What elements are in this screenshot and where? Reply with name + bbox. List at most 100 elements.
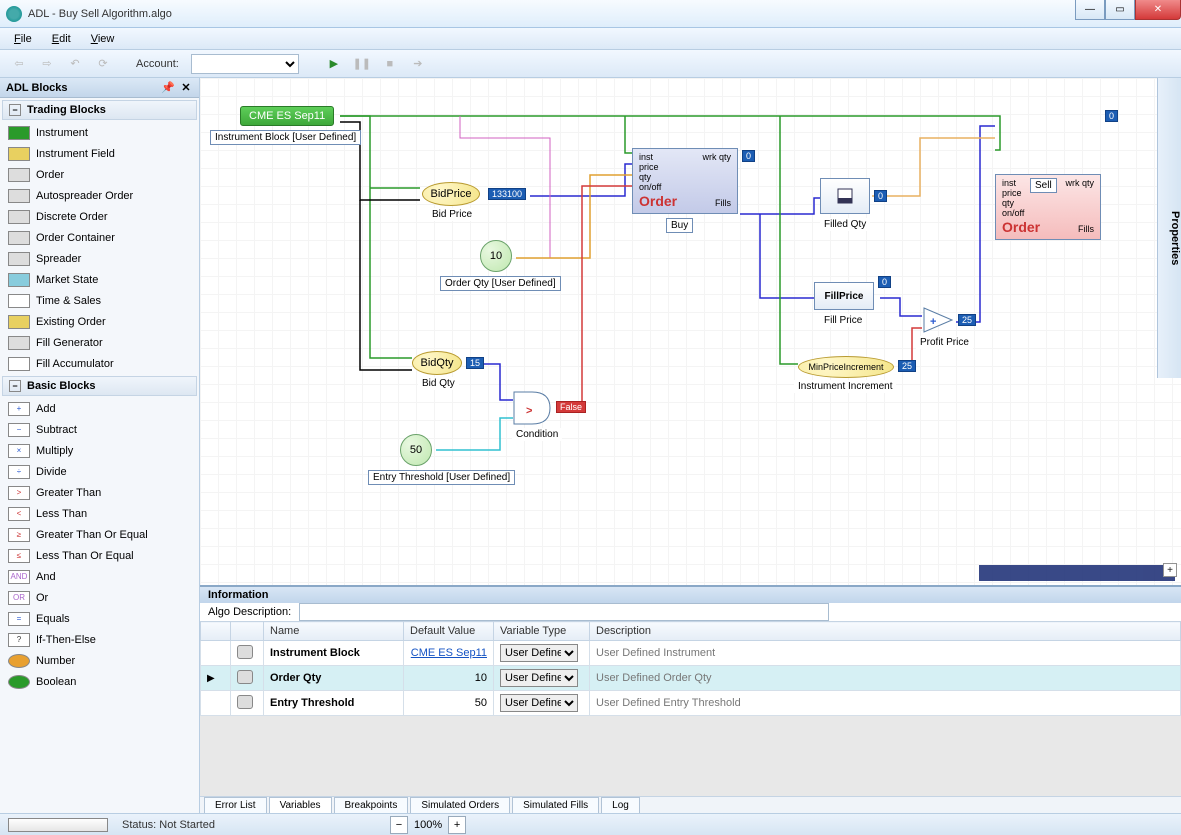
block-subtract[interactable]: −Subtract — [0, 419, 199, 440]
refresh-icon[interactable]: ⟳ — [92, 53, 114, 75]
maximize-button[interactable]: ▭ — [1105, 0, 1135, 20]
category-trading[interactable]: −Trading Blocks — [2, 100, 197, 120]
block-boolean[interactable]: ●Boolean — [0, 671, 199, 692]
var-row-1[interactable]: ▶ Order Qty 10 User Defined User Defined… — [201, 666, 1181, 691]
stop-icon[interactable]: ■ — [379, 53, 401, 75]
forward-icon[interactable]: ⇨ — [36, 53, 58, 75]
block-instrument-field[interactable]: Instrument Field — [0, 143, 199, 164]
fillprice-block[interactable]: FillPrice — [814, 282, 874, 310]
binoculars-icon[interactable] — [237, 645, 253, 659]
instrument-block[interactable]: CME ES Sep11 — [240, 106, 334, 126]
bidprice-block[interactable]: BidPrice — [422, 182, 480, 206]
orderqty-text: 10 — [490, 250, 502, 262]
orderbuy-title: Order — [639, 193, 677, 209]
entrythresh-block[interactable]: 50 — [400, 434, 432, 466]
minprice-block[interactable]: MinPriceIncrement — [798, 356, 894, 378]
tab-log[interactable]: Log — [601, 797, 640, 813]
bidqty-value: 15 — [466, 357, 484, 369]
block-divide[interactable]: ÷Divide — [0, 461, 199, 482]
svg-text:>: > — [526, 405, 532, 417]
col-default[interactable]: Default Value — [404, 622, 494, 641]
col-name[interactable]: Name — [264, 622, 404, 641]
col-desc[interactable]: Description — [590, 622, 1181, 641]
tab-simulated-orders[interactable]: Simulated Orders — [410, 797, 510, 813]
block-multiply[interactable]: ×Multiply — [0, 440, 199, 461]
block-spreader[interactable]: Spreader — [0, 248, 199, 269]
close-panel-icon[interactable]: ✕ — [179, 81, 193, 95]
block-order[interactable]: Order — [0, 164, 199, 185]
orderqty-block[interactable]: 10 — [480, 240, 512, 272]
pause-icon[interactable]: ❚❚ — [351, 53, 373, 75]
app-icon — [6, 6, 22, 22]
order-buy-block[interactable]: inst price qty on/off wrk qty Fills Orde… — [632, 148, 738, 214]
pin-icon[interactable]: 📌 — [161, 81, 175, 95]
entrythresh-label: Entry Threshold [User Defined] — [368, 470, 515, 485]
ordersell-wrkqty-value: 0 — [1105, 110, 1118, 122]
close-button[interactable]: ✕ — [1135, 0, 1181, 20]
profitprice-block[interactable]: + — [922, 306, 954, 337]
menu-view[interactable]: View — [91, 33, 115, 45]
variables-table: Name Default Value Variable Type Descrip… — [200, 621, 1181, 796]
orderbuy-wrkqty-value: 0 — [742, 150, 755, 162]
vtype-select-2[interactable]: User Defined — [500, 694, 578, 712]
account-select[interactable] — [191, 54, 299, 74]
minimap[interactable]: + — [979, 565, 1175, 581]
block-equals[interactable]: =Equals — [0, 608, 199, 629]
tab-simulated-fills[interactable]: Simulated Fills — [512, 797, 599, 813]
block-if-then-else[interactable]: ?If-Then-Else — [0, 629, 199, 650]
block-add[interactable]: +Add — [0, 398, 199, 419]
canvas[interactable]: CME ES Sep11 Instrument Block [User Defi… — [200, 78, 1181, 585]
menu-file[interactable]: File — [14, 33, 32, 45]
block-greater-than-or-equal[interactable]: ≥Greater Than Or Equal — [0, 524, 199, 545]
orderbuy-in-qty: qty — [639, 172, 661, 182]
tab-breakpoints[interactable]: Breakpoints — [334, 797, 409, 813]
block-number[interactable]: 0Number — [0, 650, 199, 671]
instrument-block-text: CME ES Sep11 — [249, 110, 325, 122]
step-icon[interactable]: ➔ — [407, 53, 429, 75]
zoom-in-icon[interactable]: + — [448, 816, 466, 834]
tab-error-list[interactable]: Error List — [204, 797, 267, 813]
col-vtype[interactable]: Variable Type — [494, 622, 590, 641]
vtype-select-0[interactable]: User Defined — [500, 644, 578, 662]
block-or[interactable]: OROr — [0, 587, 199, 608]
category-basic[interactable]: −Basic Blocks — [2, 376, 197, 396]
block-instrument[interactable]: Instrument — [0, 122, 199, 143]
zoom-out-icon[interactable]: − — [390, 816, 408, 834]
block-and[interactable]: ANDAnd — [0, 566, 199, 587]
block-greater-than[interactable]: >Greater Than — [0, 482, 199, 503]
menu-edit[interactable]: Edit — [52, 33, 71, 45]
block-less-than-or-equal[interactable]: ≤Less Than Or Equal — [0, 545, 199, 566]
var-row-0[interactable]: Instrument Block CME ES Sep11 User Defin… — [201, 641, 1181, 666]
ordersell-title: Order — [1002, 219, 1040, 235]
block-autospreader-order[interactable]: Autospreader Order — [0, 185, 199, 206]
block-fill-accumulator[interactable]: Fill Accumulator — [0, 353, 199, 374]
algo-desc-input[interactable] — [299, 603, 829, 621]
block-discrete-order[interactable]: Discrete Order — [0, 206, 199, 227]
tab-variables[interactable]: Variables — [269, 797, 332, 813]
block-market-state[interactable]: Market State — [0, 269, 199, 290]
minimap-expand-icon[interactable]: + — [1163, 563, 1177, 577]
var-row-2[interactable]: Entry Threshold 50 User Defined User Def… — [201, 691, 1181, 716]
block-time-&-sales[interactable]: Time & Sales — [0, 290, 199, 311]
minimize-button[interactable]: — — [1075, 0, 1105, 20]
block-existing-order[interactable]: Existing Order — [0, 311, 199, 332]
play-icon[interactable]: ▶ — [323, 53, 345, 75]
block-less-than[interactable]: <Less Than — [0, 503, 199, 524]
block-fill-generator[interactable]: Fill Generator — [0, 332, 199, 353]
orderbuy-in-price: price — [639, 162, 661, 172]
undo-icon[interactable]: ↶ — [64, 53, 86, 75]
minprice-text: MinPriceIncrement — [808, 362, 883, 372]
filledqty-label: Filled Qty — [820, 218, 870, 231]
back-icon[interactable]: ⇦ — [8, 53, 30, 75]
block-order-container[interactable]: Order Container — [0, 227, 199, 248]
condition-block[interactable]: > — [512, 390, 552, 429]
vtype-select-1[interactable]: User Defined — [500, 669, 578, 687]
category-basic-label: Basic Blocks — [27, 380, 95, 392]
filledqty-block[interactable] — [820, 178, 870, 214]
properties-panel[interactable]: Properties — [1157, 78, 1181, 378]
binoculars-icon[interactable] — [237, 670, 253, 684]
orderbuy-fills-label: Fills — [715, 198, 731, 208]
binoculars-icon[interactable] — [237, 695, 253, 709]
sidebar: ADL Blocks 📌✕ −Trading Blocks Instrument… — [0, 78, 200, 813]
bidqty-block[interactable]: BidQty — [412, 351, 462, 375]
